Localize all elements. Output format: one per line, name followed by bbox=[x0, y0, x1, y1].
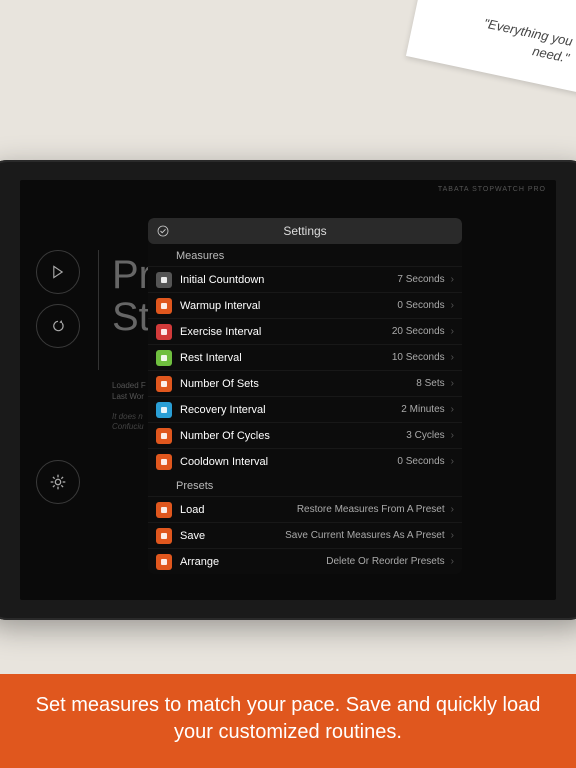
preset-row[interactable]: SaveSave Current Measures As A Preset › bbox=[148, 522, 462, 548]
preset-row[interactable]: LoadRestore Measures From A Preset › bbox=[148, 496, 462, 522]
row-icon bbox=[156, 376, 172, 392]
chevron-right-icon: › bbox=[451, 556, 454, 567]
section-header-measures: Measures bbox=[148, 244, 462, 266]
measure-row[interactable]: Exercise Interval20 Seconds › bbox=[148, 318, 462, 344]
row-icon bbox=[156, 454, 172, 470]
chevron-right-icon: › bbox=[451, 504, 454, 515]
device-screen: TABATA STOPWATCH PRO Pr St Loaded F Last… bbox=[20, 180, 556, 600]
background-title: Pr St bbox=[112, 254, 152, 338]
app-title: TABATA STOPWATCH PRO bbox=[438, 186, 546, 193]
play-icon bbox=[51, 265, 65, 279]
measure-row[interactable]: Number Of Sets8 Sets › bbox=[148, 370, 462, 396]
panel-header: Settings bbox=[148, 218, 462, 244]
corner-quote-text: "Everything you need." bbox=[450, 10, 574, 68]
corner-quote-card: "Everything you need." bbox=[406, 0, 576, 102]
row-value: Delete Or Reorder Presets bbox=[219, 556, 447, 567]
play-button[interactable] bbox=[36, 250, 80, 294]
quote-line: It does n bbox=[112, 412, 144, 422]
reset-icon bbox=[51, 319, 65, 333]
tablet-frame: TABATA STOPWATCH PRO Pr St Loaded F Last… bbox=[0, 160, 576, 620]
row-icon bbox=[156, 528, 172, 544]
chevron-right-icon: › bbox=[451, 378, 454, 389]
row-value: 2 Minutes bbox=[266, 404, 447, 415]
chevron-right-icon: › bbox=[451, 530, 454, 541]
meta-line: Loaded F bbox=[112, 380, 146, 391]
measure-row[interactable]: Initial Countdown7 Seconds › bbox=[148, 266, 462, 292]
measure-row[interactable]: Number Of Cycles3 Cycles › bbox=[148, 422, 462, 448]
vertical-divider bbox=[98, 250, 99, 370]
row-label: Arrange bbox=[180, 556, 219, 568]
row-label: Warmup Interval bbox=[180, 300, 260, 312]
meta-line: Last Wor bbox=[112, 391, 146, 402]
row-value: 0 Seconds bbox=[268, 456, 447, 467]
settings-button[interactable] bbox=[36, 460, 80, 504]
background-meta: Loaded F Last Wor bbox=[112, 380, 146, 402]
row-value: 7 Seconds bbox=[264, 274, 446, 285]
row-icon bbox=[156, 272, 172, 288]
measure-row[interactable]: Cooldown Interval0 Seconds › bbox=[148, 448, 462, 474]
row-value: 20 Seconds bbox=[261, 326, 446, 337]
chevron-right-icon: › bbox=[451, 456, 454, 467]
chevron-right-icon: › bbox=[451, 300, 454, 311]
left-controls bbox=[36, 250, 106, 358]
measure-row[interactable]: Recovery Interval2 Minutes › bbox=[148, 396, 462, 422]
row-icon bbox=[156, 402, 172, 418]
presets-list: LoadRestore Measures From A Preset›SaveS… bbox=[148, 496, 462, 574]
measures-list: Initial Countdown7 Seconds›Warmup Interv… bbox=[148, 266, 462, 474]
row-label: Cooldown Interval bbox=[180, 456, 268, 468]
section-header-presets: Presets bbox=[148, 474, 462, 496]
row-icon bbox=[156, 502, 172, 518]
marketing-banner: Set measures to match your pace. Save an… bbox=[0, 674, 576, 768]
chevron-right-icon: › bbox=[451, 430, 454, 441]
row-label: Initial Countdown bbox=[180, 274, 264, 286]
row-value: Save Current Measures As A Preset bbox=[205, 530, 447, 541]
panel-title: Settings bbox=[148, 224, 462, 238]
preset-row[interactable]: ArrangeDelete Or Reorder Presets › bbox=[148, 548, 462, 574]
quote-author: Confuciu bbox=[112, 422, 144, 432]
gear-icon bbox=[50, 474, 66, 490]
row-value: 8 Sets bbox=[259, 378, 447, 389]
row-icon bbox=[156, 554, 172, 570]
chevron-right-icon: › bbox=[451, 404, 454, 415]
row-value: 0 Seconds bbox=[260, 300, 446, 311]
row-value: 10 Seconds bbox=[242, 352, 447, 363]
row-icon bbox=[156, 324, 172, 340]
row-label: Number Of Sets bbox=[180, 378, 259, 390]
measure-row[interactable]: Rest Interval10 Seconds › bbox=[148, 344, 462, 370]
row-label: Number Of Cycles bbox=[180, 430, 270, 442]
row-label: Exercise Interval bbox=[180, 326, 261, 338]
row-icon bbox=[156, 350, 172, 366]
chevron-right-icon: › bbox=[451, 274, 454, 285]
row-label: Load bbox=[180, 504, 204, 516]
background-quote: It does n Confuciu bbox=[112, 412, 144, 433]
row-value: Restore Measures From A Preset bbox=[204, 504, 446, 515]
reset-button[interactable] bbox=[36, 304, 80, 348]
row-icon bbox=[156, 298, 172, 314]
row-label: Save bbox=[180, 530, 205, 542]
row-label: Rest Interval bbox=[180, 352, 242, 364]
chevron-right-icon: › bbox=[451, 326, 454, 337]
row-value: 3 Cycles bbox=[270, 430, 447, 441]
row-icon bbox=[156, 428, 172, 444]
row-label: Recovery Interval bbox=[180, 404, 266, 416]
measure-row[interactable]: Warmup Interval0 Seconds › bbox=[148, 292, 462, 318]
settings-panel: Settings Measures Initial Countdown7 Sec… bbox=[148, 218, 462, 574]
chevron-right-icon: › bbox=[451, 352, 454, 363]
